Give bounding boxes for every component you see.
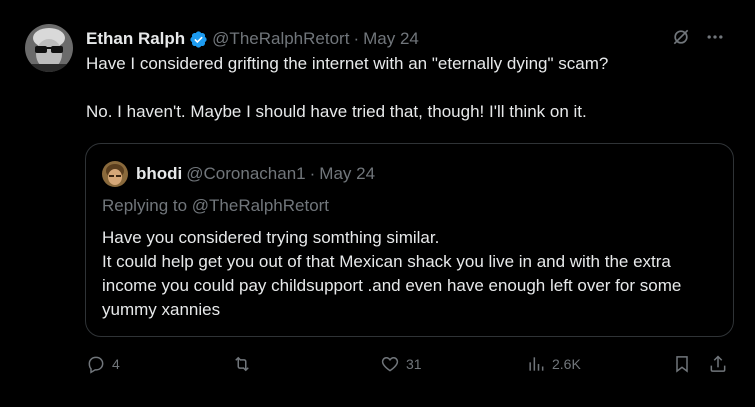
quoted-tweet[interactable]: bhodi @Coronachan1 · May 24 Replying to … — [85, 143, 734, 337]
quote-author-handle[interactable]: @Coronachan1 — [186, 164, 305, 184]
reply-icon — [88, 356, 104, 374]
quote-author-name[interactable]: bhodi — [136, 164, 182, 184]
tweet-header: Ethan Ralph @TheRalphRetort · May 24 — [86, 27, 725, 51]
author-name[interactable]: Ethan Ralph — [86, 29, 185, 49]
share-button[interactable] — [708, 354, 728, 374]
quote-header: bhodi @Coronachan1 · May 24 — [102, 161, 375, 187]
more-icon[interactable] — [705, 27, 725, 47]
separator-dot: · — [353, 29, 360, 48]
quote-date[interactable]: May 24 — [319, 164, 375, 184]
views-button[interactable]: 2.6K — [526, 354, 581, 374]
reply-button[interactable]: 4 — [86, 354, 120, 374]
like-icon — [381, 356, 399, 372]
like-count: 31 — [406, 356, 422, 372]
tweet-text: Have I considered grifting the internet … — [86, 54, 609, 121]
verified-badge-icon[interactable] — [189, 30, 208, 49]
bookmark-button[interactable] — [672, 354, 692, 374]
quote-author-avatar[interactable] — [102, 161, 128, 187]
views-count: 2.6K — [552, 356, 581, 372]
replying-to: Replying to @TheRalphRetort — [102, 196, 330, 215]
author-avatar[interactable] — [25, 24, 73, 72]
reply-count: 4 — [112, 356, 120, 372]
tweet-date[interactable]: May 24 — [363, 29, 419, 49]
bookmark-icon — [676, 356, 688, 373]
grok-icon[interactable] — [671, 27, 691, 47]
repost-icon — [235, 356, 249, 372]
author-handle[interactable]: @TheRalphRetort — [212, 29, 349, 49]
quote-text: Have you considered trying somthing simi… — [102, 228, 682, 319]
action-bar: 4 31 2.6K — [86, 354, 733, 380]
header-actions — [671, 27, 725, 47]
like-button[interactable]: 31 — [380, 354, 422, 374]
share-icon — [710, 355, 726, 372]
repost-button[interactable] — [232, 354, 258, 374]
quote-separator-dot: · — [309, 164, 316, 183]
views-icon — [529, 357, 544, 371]
